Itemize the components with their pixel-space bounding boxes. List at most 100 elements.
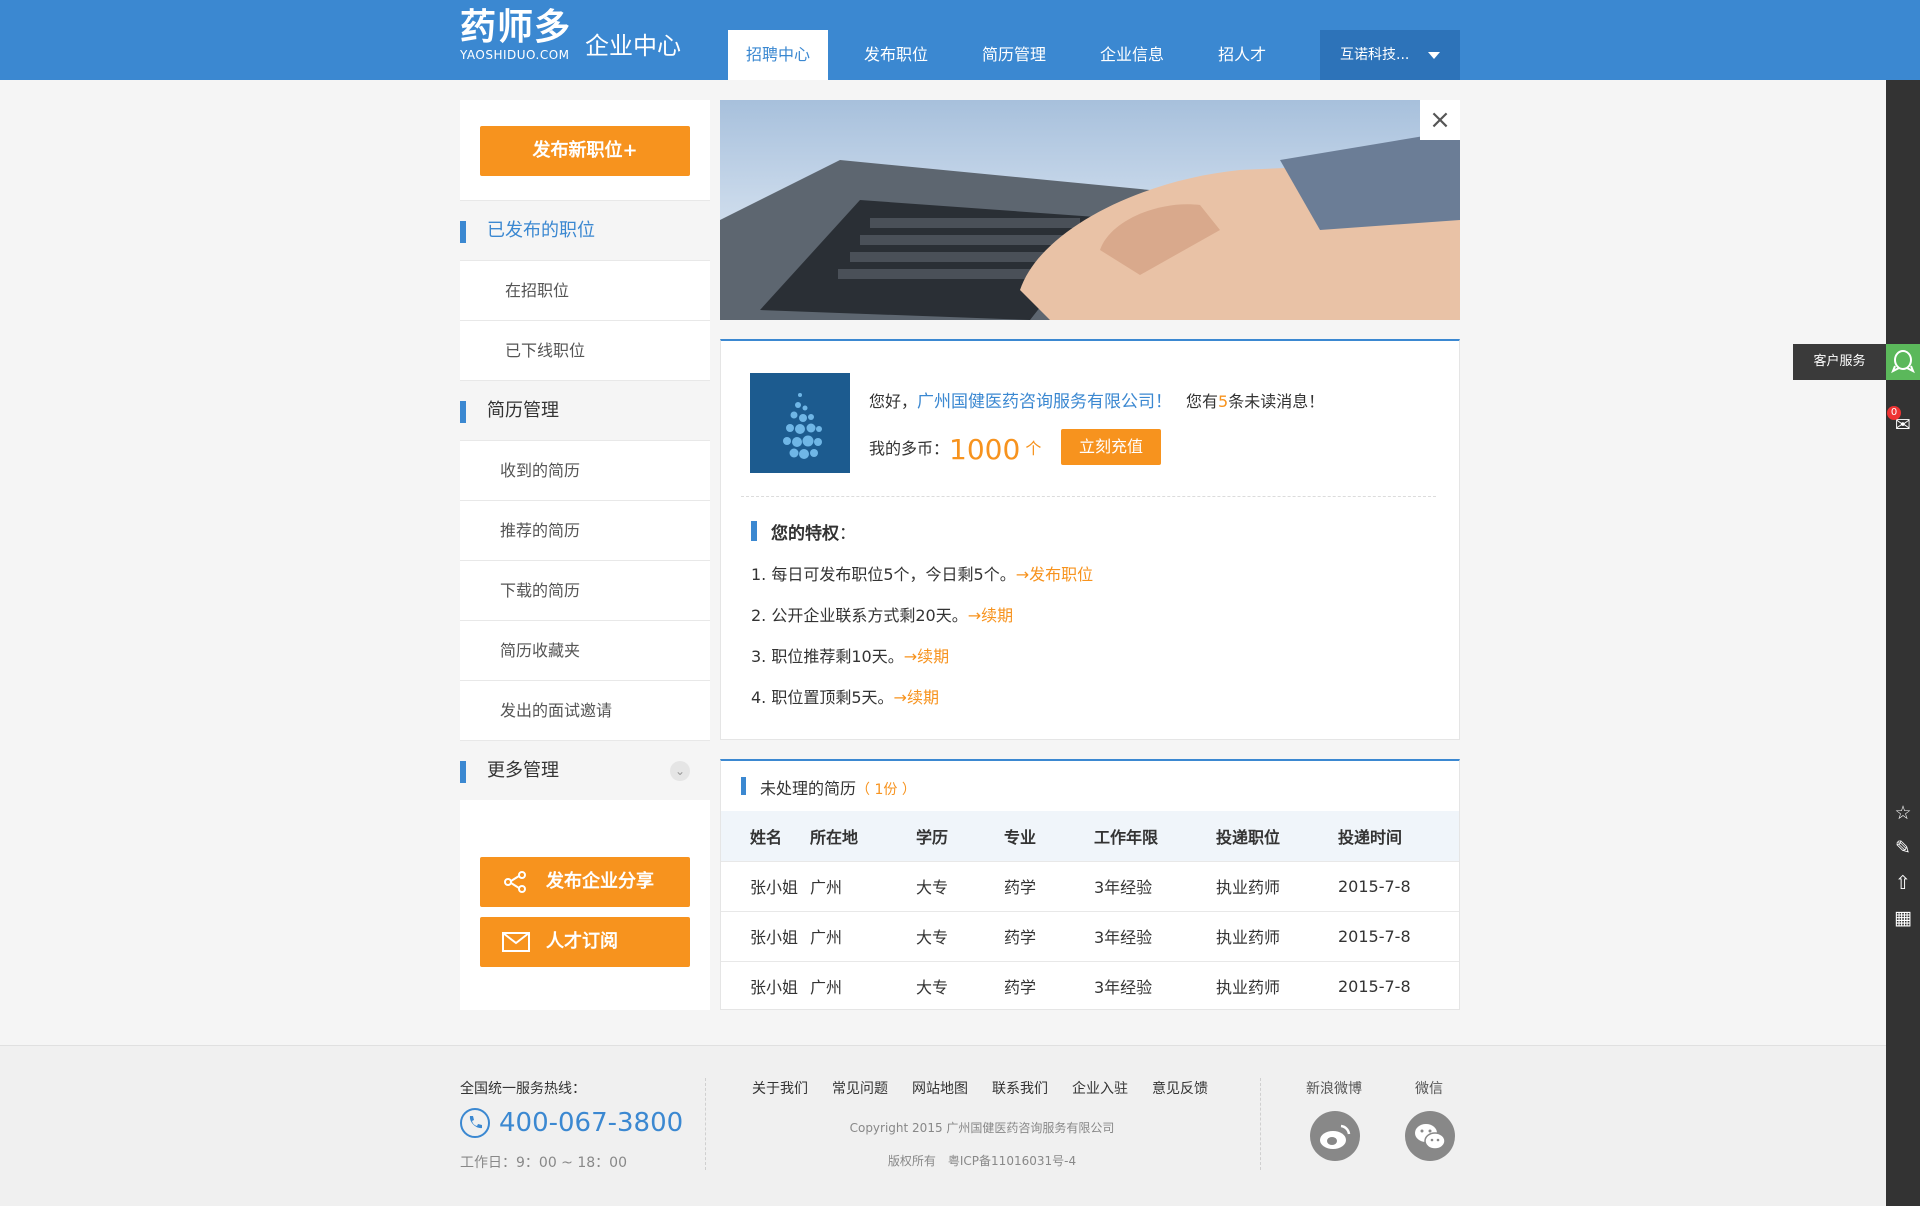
cell-major: 药学 (1004, 960, 1094, 1011)
renew-link[interactable]: →续期 (894, 688, 939, 707)
cell-date: 2015-7-8 (1338, 860, 1459, 911)
weibo-label: 新浪微博 (1306, 1081, 1362, 1097)
chevron-down-icon (1428, 52, 1440, 59)
edit-icon[interactable]: ✎ (1890, 835, 1916, 861)
table-row[interactable]: 张小姐 广州 大专 药学 3年经验 执业药师 2015-7-8 (721, 860, 1459, 911)
col-name: 姓名 (721, 811, 810, 861)
col-location: 所在地 (810, 811, 916, 861)
license: 版权所有 粤ICP备11016031号-4 (887, 1154, 1077, 1168)
cell-location: 广州 (810, 860, 916, 911)
cell-name[interactable]: 张小姐 (721, 910, 810, 961)
main-nav: 招聘中心 发布职位 简历管理 企业信息 招人才 (728, 30, 1302, 80)
company-name: 互诺科技... (1340, 47, 1410, 63)
cell-date: 2015-7-8 (1338, 910, 1459, 961)
col-position: 投递职位 (1216, 811, 1338, 861)
site-logo[interactable]: 药师多 YAOSHIDUO.COM (460, 7, 572, 63)
wechat-icon[interactable] (1405, 1111, 1455, 1161)
phone-icon (460, 1108, 490, 1138)
table-row[interactable]: 张小姐 广州 大专 药学 3年经验 执业药师 2015-7-8 (721, 910, 1459, 961)
nav-find-talent[interactable]: 招人才 (1200, 30, 1284, 80)
resume-table: 姓名 所在地 学历 专业 工作年限 投递职位 投递时间 张小姐 广州 大专 药学… (721, 811, 1459, 1011)
cell-date: 2015-7-8 (1338, 960, 1459, 1011)
pending-resumes-title-text: 未处理的简历 (760, 779, 857, 798)
cell-major: 药学 (1004, 910, 1094, 961)
table-row[interactable]: 张小姐 广州 大专 药学 3年经验 执业药师 2015-7-8 (721, 960, 1459, 1011)
col-date: 投递时间 (1338, 811, 1459, 861)
phone-glyph (469, 1116, 482, 1129)
footer-links: 关于我们 常见问题 网站地图 联系我们 企业入驻 意见反馈 (752, 1078, 1232, 1098)
company-avatar (750, 373, 850, 473)
publish-job-button[interactable]: 发布新职位+ (480, 126, 690, 176)
sidebar-item-received-resumes[interactable]: 收到的简历 (460, 440, 710, 500)
talent-subscribe-button[interactable]: 人才订阅 (480, 917, 690, 967)
message-suffix: 条未读消息！ (1228, 392, 1325, 411)
col-education: 学历 (916, 811, 1004, 861)
link-join[interactable]: 企业入驻 (1072, 1078, 1128, 1098)
footer: 全国统一服务热线： 400-067-3800 工作日：9：00 ~ 18：00 … (0, 1045, 1886, 1206)
wechat-glyph (1415, 1124, 1446, 1150)
cell-experience: 3年经验 (1094, 960, 1216, 1011)
renew-link[interactable]: →续期 (904, 647, 949, 666)
weibo-icon[interactable] (1310, 1111, 1360, 1161)
cell-education: 大专 (916, 960, 1004, 1011)
qq-glyph (1891, 350, 1915, 374)
privilege-item: 1. 每日可发布职位5个，今日剩5个。→发布职位 (751, 561, 1093, 585)
link-about[interactable]: 关于我们 (752, 1078, 808, 1098)
nav-resume-manage[interactable]: 简历管理 (964, 30, 1064, 80)
close-icon[interactable]: × (1420, 100, 1460, 140)
qrcode-icon[interactable]: ▦ (1890, 905, 1916, 931)
greeting-hello: 您好， (869, 392, 918, 411)
sidebar-section-resume[interactable]: 简历管理 (460, 380, 710, 440)
pending-resumes-panel: 未处理的简历（ 1份 ） 姓名 所在地 学历 专业 工作年限 投递职位 投递时间… (720, 759, 1460, 1011)
sidebar-item-recommended-resumes[interactable]: 推荐的简历 (460, 500, 710, 560)
hotline-label: 全国统一服务热线： (460, 1081, 586, 1097)
cell-experience: 3年经验 (1094, 860, 1216, 911)
share-company-button[interactable]: 发布企业分享 (480, 857, 690, 907)
cell-position: 执业药师 (1216, 860, 1338, 911)
customer-service-label[interactable]: 客户服务 (1793, 344, 1886, 380)
sidebar-item-resume-favorites[interactable]: 简历收藏夹 (460, 620, 710, 680)
nav-recruit-center[interactable]: 招聘中心 (728, 30, 829, 80)
center-title: 企业中心 (585, 32, 681, 60)
mail-icon (502, 932, 530, 952)
logo-domain: YAOSHIDUO.COM (460, 48, 570, 62)
water-drop-logo (783, 393, 822, 459)
qq-icon[interactable] (1886, 344, 1920, 380)
cell-name[interactable]: 张小姐 (721, 960, 810, 1011)
cell-name[interactable]: 张小姐 (721, 860, 810, 911)
publish-job-link[interactable]: →发布职位 (1016, 565, 1093, 584)
company-link[interactable]: 广州国健医药咨询服务有限公司！ (917, 392, 1172, 412)
sidebar-section-more[interactable]: 更多管理 ⌄ (460, 740, 710, 800)
link-contact[interactable]: 联系我们 (992, 1078, 1048, 1098)
company-dropdown[interactable]: 互诺科技... (1320, 30, 1460, 80)
laptop-typing-illustration (720, 130, 1460, 320)
link-feedback[interactable]: 意见反馈 (1152, 1078, 1208, 1098)
star-icon[interactable]: ☆ (1890, 800, 1916, 826)
link-sitemap[interactable]: 网站地图 (912, 1078, 968, 1098)
cell-position: 执业药师 (1216, 960, 1338, 1011)
back-to-top-icon[interactable]: ⇧ (1890, 870, 1916, 896)
sidebar-section-posted-jobs[interactable]: 已发布的职位 (460, 200, 710, 260)
cell-location: 广州 (810, 960, 916, 1011)
talent-subscribe-label: 人才订阅 (546, 931, 618, 952)
cell-experience: 3年经验 (1094, 910, 1216, 961)
sidebar-item-downloaded-resumes[interactable]: 下载的简历 (460, 560, 710, 620)
nav-company-info[interactable]: 企业信息 (1082, 30, 1182, 80)
expand-icon[interactable]: ⌄ (670, 761, 690, 781)
logo-text: 药师多 (460, 7, 572, 48)
col-experience: 工作年限 (1094, 811, 1216, 861)
sidebar-item-offline-jobs[interactable]: 已下线职位 (460, 320, 710, 380)
renew-link[interactable]: →续期 (968, 606, 1013, 625)
pending-resumes-count: （ 1份 ） (856, 782, 916, 798)
col-major: 专业 (1004, 811, 1094, 861)
unread-count[interactable]: 5 (1218, 392, 1228, 411)
divider (741, 496, 1436, 497)
link-faq[interactable]: 常见问题 (832, 1078, 888, 1098)
right-rail (1886, 80, 1920, 1206)
sidebar-item-active-jobs[interactable]: 在招职位 (460, 260, 710, 320)
cell-location: 广州 (810, 910, 916, 961)
nav-publish-job[interactable]: 发布职位 (846, 30, 946, 80)
table-header-row: 姓名 所在地 学历 专业 工作年限 投递职位 投递时间 (721, 811, 1459, 861)
recharge-button[interactable]: 立刻充值 (1061, 429, 1161, 465)
sidebar-item-interview-invites[interactable]: 发出的面试邀请 (460, 680, 710, 740)
